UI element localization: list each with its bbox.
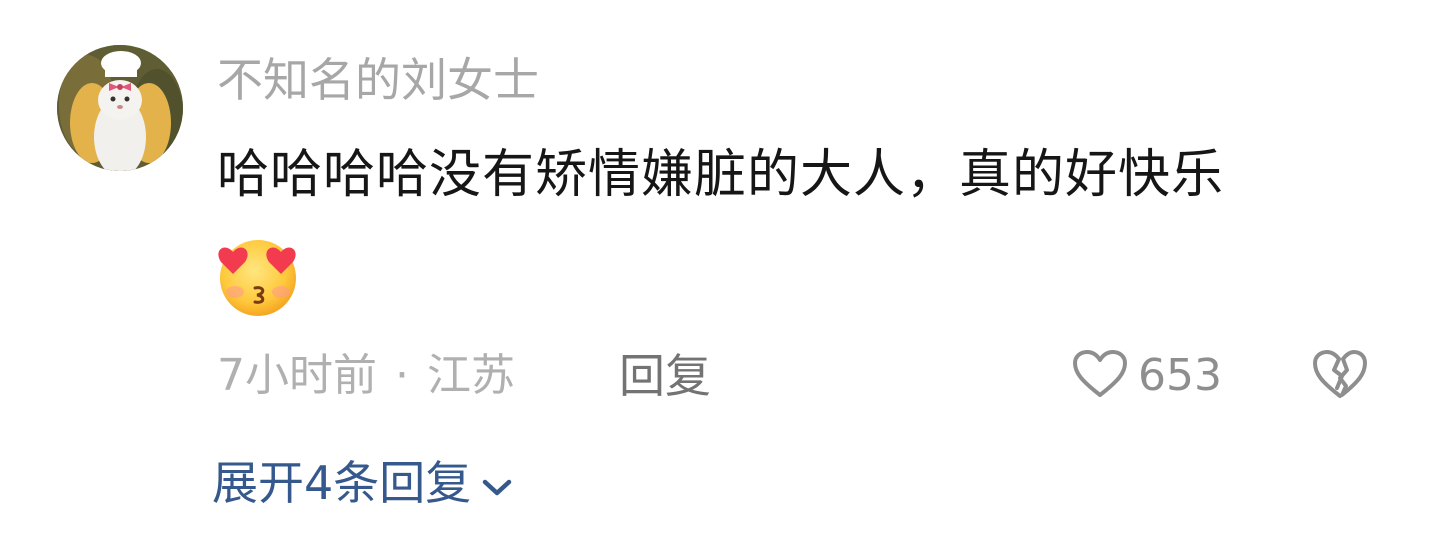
avatar[interactable] [57, 45, 183, 171]
username[interactable]: 不知名的刘女士 [217, 50, 539, 110]
reply-button[interactable]: 回复 [619, 344, 711, 408]
comment-item: 不知名的刘女士 哈哈哈哈没有矫情嫌脏的大人，真的好快乐 7小时前 · 江苏 回复 [0, 0, 1440, 538]
comment-meta: 7小时前 · 江苏 [217, 344, 515, 408]
like-count: 653 [1138, 350, 1222, 401]
heart-eyes-kiss-emoji [213, 234, 303, 318]
chevron-down-icon [471, 451, 515, 515]
avatar-image [57, 45, 183, 171]
expand-replies-button[interactable]: 展开4条回复 [212, 451, 515, 515]
comment-text: 哈哈哈哈没有矫情嫌脏的大人，真的好快乐 [217, 145, 1225, 205]
expand-replies-label: 展开4条回复 [212, 456, 472, 510]
like-button[interactable]: 653 [1072, 344, 1222, 408]
meta-separator: · [395, 350, 409, 401]
timestamp: 7小时前 [217, 350, 377, 401]
broken-heart-icon [1310, 348, 1370, 404]
heart-outline-icon [1072, 349, 1128, 403]
dislike-button[interactable] [1310, 344, 1370, 408]
location: 江苏 [427, 350, 515, 401]
